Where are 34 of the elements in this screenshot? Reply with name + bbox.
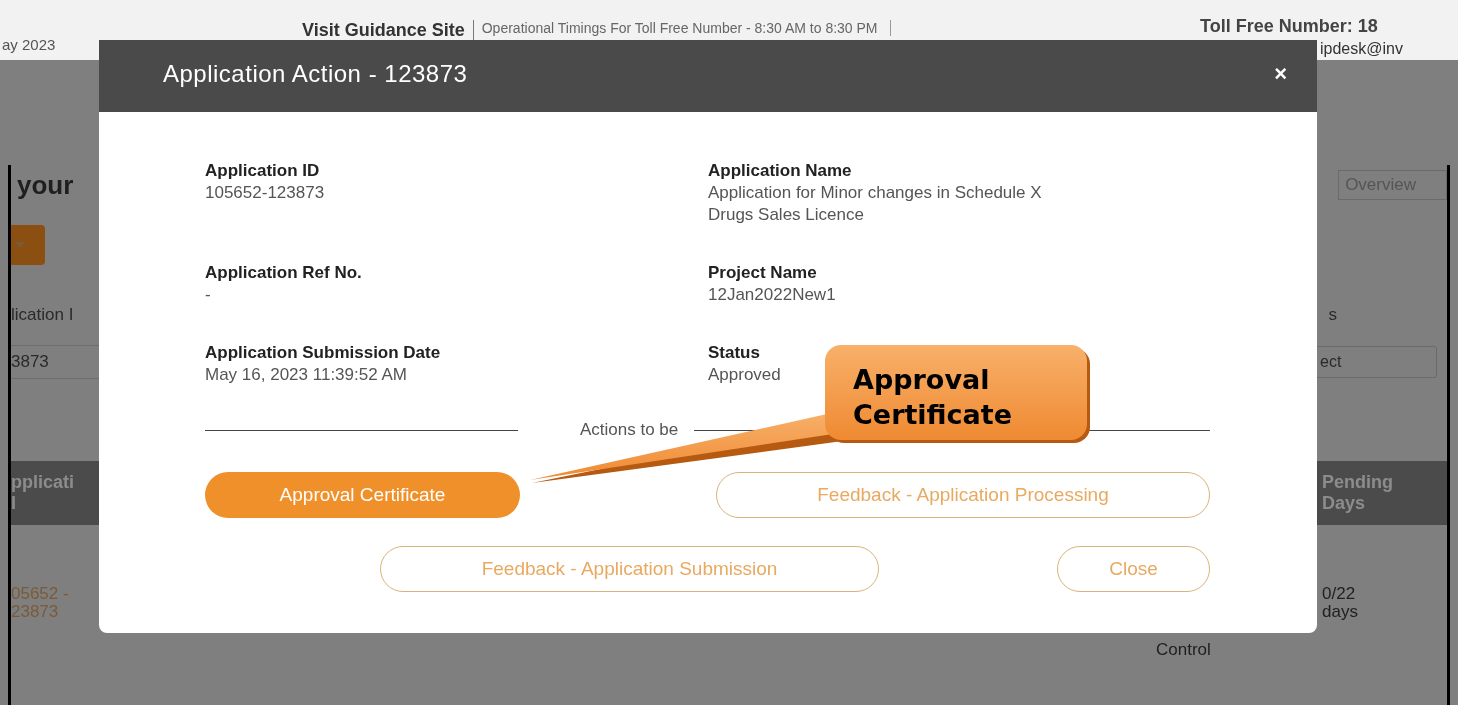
timings-text: Operational Timings For Toll Free Number - 8:30 AM to 8:30 PM bbox=[481, 20, 891, 36]
dropdown-button[interactable] bbox=[11, 225, 45, 265]
action-button[interactable]: Feedback - Application Processing bbox=[716, 472, 1210, 518]
field-label: Project Name bbox=[708, 262, 818, 284]
field-value: 105652-123873 bbox=[205, 182, 326, 204]
field-label: Application Name bbox=[708, 160, 853, 182]
field-value: - bbox=[205, 284, 212, 306]
field-value: Application for Minor changes in Schedule X Drugs Sales Licence bbox=[708, 182, 1042, 226]
email-text: ipdesk@inv bbox=[1319, 40, 1403, 58]
action-button[interactable]: Approval Certificate bbox=[205, 472, 520, 518]
filter-label: s bbox=[1328, 305, 1337, 325]
modal-title: Application Action - 123873 bbox=[163, 60, 468, 88]
table-cell-text: 0/22 days bbox=[1322, 585, 1359, 621]
action-button[interactable]: Close bbox=[1057, 546, 1210, 592]
toll-free-text: Toll Free Number: 18 bbox=[1200, 16, 1378, 37]
callout-label: Approval Certificate bbox=[853, 363, 1013, 432]
application-id-link[interactable]: 05652 - 23873 bbox=[11, 585, 69, 621]
table-cell: Control bbox=[1156, 640, 1211, 660]
caret-icon bbox=[15, 241, 25, 249]
header-date: ay 2023 bbox=[1, 36, 57, 53]
page-heading: your bbox=[16, 169, 74, 201]
field-label: Status bbox=[708, 342, 761, 364]
close-button[interactable]: × bbox=[1274, 61, 1287, 87]
field-label: Application ID bbox=[205, 160, 321, 182]
actions-heading: Actions to be bbox=[580, 420, 679, 440]
column-header: Pending Days bbox=[1322, 472, 1394, 514]
column-header: pplicati I bbox=[11, 472, 74, 514]
field-label: Application Submission Date bbox=[205, 342, 442, 364]
action-button[interactable]: Feedback - Application Submission bbox=[380, 546, 879, 592]
filter-label: lication I bbox=[11, 305, 74, 325]
field-value: Approved bbox=[708, 364, 781, 386]
field-value: May 16, 2023 11:39:52 AM bbox=[205, 364, 408, 386]
field-label: Application Ref No. bbox=[205, 262, 363, 284]
field-value: 12Jan2022New1 bbox=[708, 284, 836, 306]
